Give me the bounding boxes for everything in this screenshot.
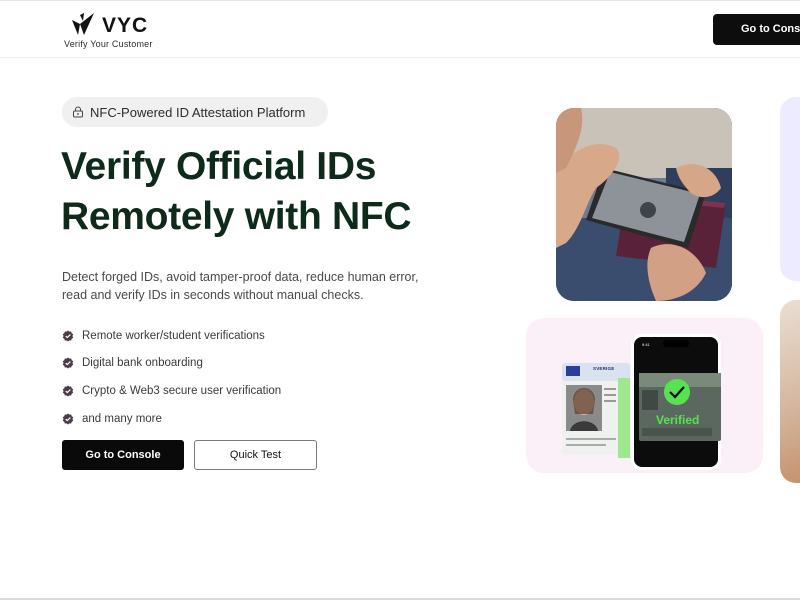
- landing-page: VYC Verify Your Customer Go to Console N…: [0, 0, 800, 600]
- feature-item: Remote worker/student verifications: [62, 322, 392, 350]
- hero-title: Verify Official IDs Remotely with NFC: [61, 142, 481, 242]
- check-badge-icon: [62, 413, 74, 425]
- vyc-logo[interactable]: VYC Verify Your Customer: [64, 11, 164, 51]
- license-country-label: SVERIGE: [593, 366, 615, 371]
- header-go-to-console-button[interactable]: Go to Console: [713, 14, 800, 45]
- phone-status-time: 9:41: [642, 342, 650, 347]
- hero-description-line-2: read and verify IDs in seconds without m…: [62, 288, 364, 302]
- feature-label: and many more: [82, 412, 162, 425]
- hero-description: Detect forged IDs, avoid tamper-proof da…: [62, 268, 462, 304]
- feature-item: Crypto & Web3 secure user verification: [62, 377, 392, 405]
- quick-test-button[interactable]: Quick Test: [194, 440, 317, 470]
- side-card-bottom: [780, 300, 800, 483]
- feature-label: Digital bank onboarding: [82, 357, 203, 370]
- hero-title-line-2: Remotely with NFC: [61, 195, 412, 238]
- check-badge-icon: [62, 385, 74, 397]
- site-header: VYC Verify Your Customer Go to Console: [0, 0, 800, 58]
- hero-title-line-1: Verify Official IDs: [61, 145, 377, 188]
- feature-list: Remote worker/student verifications Digi…: [62, 322, 392, 432]
- badge-label: NFC-Powered ID Attestation Platform: [90, 104, 306, 120]
- hand-phone-passport-image: [556, 108, 732, 301]
- hero-description-line-1: Detect forged IDs, avoid tamper-proof da…: [62, 270, 419, 284]
- side-card-top: [780, 97, 800, 281]
- lock-icon: [73, 106, 83, 118]
- logo-wordmark: VYC: [102, 14, 149, 37]
- check-badge-icon: [62, 330, 74, 342]
- logo-tagline: Verify Your Customer: [64, 39, 153, 49]
- go-to-console-button[interactable]: Go to Console: [62, 440, 184, 470]
- vyc-logo-icon: [72, 13, 94, 35]
- verified-label: Verified: [656, 413, 700, 427]
- feature-item: and many more: [62, 405, 392, 433]
- verification-illustration: 9:41 SVERIGE Verified: [526, 318, 763, 473]
- nfc-scan-photo: [556, 108, 732, 301]
- feature-label: Remote worker/student verifications: [82, 329, 265, 342]
- platform-badge: NFC-Powered ID Attestation Platform: [62, 97, 328, 127]
- feature-item: Digital bank onboarding: [62, 350, 392, 378]
- feature-label: Crypto & Web3 secure user verification: [82, 384, 282, 397]
- check-badge-icon: [62, 357, 74, 369]
